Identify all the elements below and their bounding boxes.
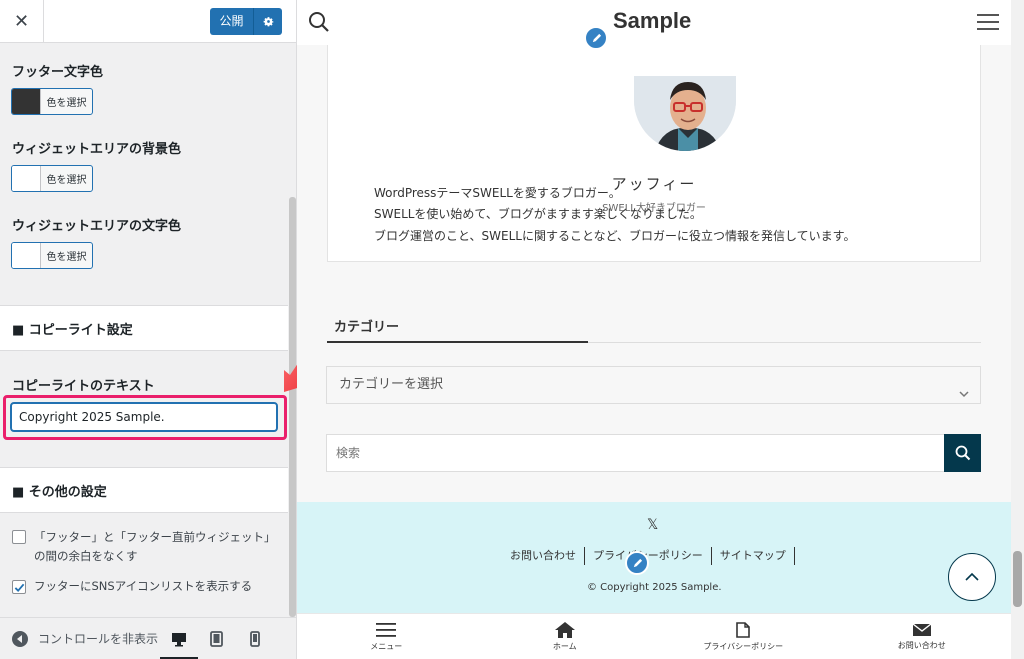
category-select-value: カテゴリーを選択 — [339, 377, 444, 392]
select-color-label: 色を選択 — [46, 252, 87, 263]
desktop-preview-icon[interactable] — [169, 629, 189, 649]
sns-icon-checkbox[interactable] — [12, 580, 26, 594]
search-button[interactable] — [944, 434, 981, 472]
other-settings-heading: ■ その他の設定 — [0, 467, 289, 513]
bottom-menu-item-privacy[interactable]: プライバシーポリシー — [654, 614, 833, 659]
footer-link-sitemap[interactable]: サイトマップ — [712, 547, 795, 565]
remove-spacing-label-line2: の間の余白をなくす — [34, 549, 138, 563]
bottom-menu-item-menu[interactable]: メニュー — [297, 614, 476, 659]
copyright-text-label: コピーライトのテキスト — [12, 379, 155, 394]
collapse-label: コントロールを非表示 — [38, 632, 159, 646]
select-color-label: 色を選択 — [46, 175, 87, 186]
bottom-menu-item-home[interactable]: ホーム — [476, 614, 655, 659]
select-color-label: 色を選択 — [46, 98, 87, 109]
site-title[interactable]: Sample — [613, 8, 691, 34]
widget-text-color-button[interactable]: 色を選択 — [11, 242, 93, 269]
mobile-preview-icon[interactable] — [245, 629, 265, 649]
site-header: Sample — [297, 0, 1011, 45]
remove-spacing-checkbox-row[interactable]: 「フッター」と「フッター直前ウィジェット」 の間の余白をなくす — [12, 528, 276, 566]
widget-bg-color-label: ウィジェットエリアの背景色 — [12, 142, 182, 157]
document-icon — [736, 621, 751, 638]
panel-footer: コントロールを非表示 — [0, 617, 296, 659]
color-swatch — [12, 166, 41, 191]
hamburger-menu-icon[interactable] — [977, 14, 999, 34]
color-swatch — [12, 89, 41, 114]
edit-shortcut-pencil-icon[interactable] — [584, 26, 608, 50]
panel-scrollbar-thumb[interactable] — [289, 197, 296, 617]
category-widget-heading: カテゴリー — [334, 320, 400, 335]
preview-scrollbar-thumb[interactable] — [1013, 551, 1022, 607]
sns-icon-checkbox-row[interactable]: フッターにSNSアイコンリストを表示する — [12, 578, 252, 594]
panel-header: ✕ 公開 — [0, 0, 296, 43]
publish-label[interactable]: 公開 — [210, 8, 254, 35]
search-icon — [955, 445, 970, 461]
bottom-menu-label: ホーム — [552, 641, 577, 651]
category-select[interactable]: カテゴリーを選択 — [326, 366, 981, 404]
copyright-text: © Copyright 2025 Sample. — [587, 582, 722, 593]
fixed-bottom-menu: メニュー ホーム プライバシーポリシー お問い合わせ — [297, 613, 1011, 659]
site-preview: Sample アッフィー SWELL大好きブロガー WordPressテーマSW… — [297, 0, 1024, 659]
profile-widget: アッフィー SWELL大好きブロガー WordPressテーマSWELLを愛する… — [327, 45, 981, 262]
collapse-controls-button[interactable]: コントロールを非表示 — [12, 630, 158, 647]
search-icon[interactable] — [308, 11, 330, 37]
footer-link-contact[interactable]: お問い合わせ — [502, 547, 585, 565]
bottom-menu-label: お問い合わせ — [897, 640, 946, 650]
search-input[interactable]: 検索 — [326, 434, 945, 472]
edit-shortcut-pencil-icon[interactable] — [625, 551, 649, 575]
tablet-preview-icon[interactable] — [206, 629, 226, 649]
gear-icon[interactable] — [254, 15, 282, 28]
publish-button[interactable]: 公開 — [210, 8, 282, 35]
author-bio-line: SWELLを使い始めて、ブログがますます楽しくなりました。 — [374, 207, 702, 221]
site-footer: 𝕏 お問い合わせ プライバシーポリシー サイトマップ © Copyright 2… — [297, 502, 1011, 613]
x-social-icon[interactable]: 𝕏 — [647, 517, 658, 533]
author-bio-line: WordPressテーマSWELLを愛するブロガー。 — [374, 186, 621, 200]
footer-text-color-button[interactable]: 色を選択 — [11, 88, 93, 115]
bottom-menu-label: メニュー — [370, 641, 403, 651]
close-button[interactable]: ✕ — [0, 0, 44, 43]
widget-text-color-label: ウィジェットエリアの文字色 — [12, 219, 182, 234]
bottom-menu-label: プライバシーポリシー — [703, 641, 784, 651]
remove-spacing-label-line1: 「フッター」と「フッター直前ウィジェット」 — [34, 530, 276, 544]
chevron-up-icon — [965, 572, 979, 581]
author-bio-line: ブログ運営のこと、SWELLに関することなど、ブロガーに役立つ情報を発信していま… — [374, 229, 856, 243]
chevron-down-icon — [958, 379, 970, 415]
home-icon — [554, 621, 575, 638]
remove-spacing-checkbox[interactable] — [12, 530, 26, 544]
copyright-text-input[interactable]: Copyright 2025 Sample. — [10, 402, 278, 432]
copyright-section-heading: ■ コピーライト設定 — [0, 305, 289, 351]
heading-divider-accent — [327, 341, 588, 343]
mail-icon — [912, 622, 931, 636]
page-top-button[interactable] — [948, 553, 996, 601]
bottom-menu-item-contact[interactable]: お問い合わせ — [833, 614, 1012, 659]
menu-icon — [376, 622, 397, 637]
widget-bg-color-button[interactable]: 色を選択 — [11, 165, 93, 192]
collapse-icon — [12, 630, 28, 647]
footer-text-color-label: フッター文字色 — [12, 65, 104, 80]
color-swatch — [12, 243, 41, 268]
author-avatar — [631, 76, 739, 154]
customizer-panel: ✕ 公開 フッター文字色 色を選択 ウィジェットエリアの背景色 色を選択 ウィジ… — [0, 0, 297, 659]
sns-icon-label: フッターにSNSアイコンリストを表示する — [34, 579, 253, 593]
